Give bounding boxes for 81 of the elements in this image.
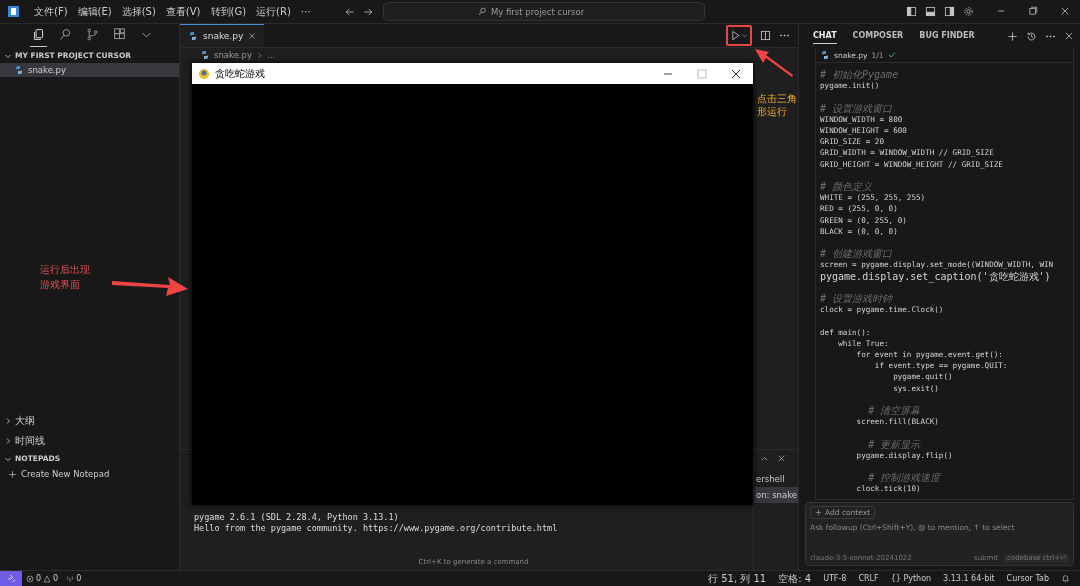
python-file-icon	[188, 31, 198, 41]
app-logo-icon	[8, 6, 19, 17]
more-menu[interactable]: ···	[295, 6, 316, 17]
code-comment: # 更新显示	[867, 438, 922, 450]
plus-icon	[815, 509, 822, 516]
section-title[interactable]: 大纲	[15, 414, 35, 428]
plus-icon[interactable]	[8, 469, 17, 479]
status-item[interactable]: 行 51, 列 11	[708, 572, 767, 585]
status-item[interactable]: CRLF	[858, 574, 879, 583]
forward-arrow-icon[interactable]	[363, 6, 374, 17]
terminal-line: pygame 2.6.1 (SDL 2.28.4, Python 3.13.1)	[194, 512, 400, 523]
close-icon[interactable]	[1064, 30, 1074, 41]
menu-item[interactable]: 查看(V)	[160, 4, 206, 19]
chevron-up-icon[interactable]	[760, 454, 769, 463]
left-panel-icon[interactable]	[906, 6, 917, 17]
status-item[interactable]: {} Python	[890, 574, 932, 583]
ports-status[interactable]: 0	[62, 574, 86, 583]
restore-icon[interactable]	[1028, 5, 1038, 16]
annotation-text: 点击三角形运行	[757, 92, 797, 118]
play-icon[interactable]	[730, 30, 741, 41]
search-input[interactable]: My first project cursor	[490, 6, 611, 17]
status-item[interactable]: 空格: 4	[778, 572, 812, 585]
chevron-right-icon[interactable]	[4, 417, 12, 425]
menu-item[interactable]: 文件(F)	[29, 4, 73, 19]
menu-item[interactable]: 选择(S)	[116, 4, 161, 19]
branch-icon[interactable]	[86, 28, 99, 41]
problems-status[interactable]: 0 0	[22, 574, 63, 583]
code-comment: # 设置游戏窗口	[820, 102, 894, 114]
menu-item[interactable]: 编辑(E)	[72, 4, 117, 19]
search-field[interactable]: My first project cursor	[383, 2, 706, 21]
chat-tab[interactable]: CHAT	[813, 28, 837, 44]
chevron-down-icon[interactable]	[741, 32, 748, 39]
breadcrumb-item[interactable]: ...	[267, 50, 276, 60]
back-arrow-icon[interactable]	[345, 6, 356, 17]
terminal-session[interactable]: ershell	[754, 471, 798, 487]
code-comment: # 初始化Pygame	[820, 69, 900, 81]
code-comment: # 颜色定义	[820, 181, 874, 193]
plus-icon[interactable]	[1007, 30, 1018, 42]
menu-item[interactable]: 运行(R)	[251, 4, 296, 19]
code-comment: # 创建游戏窗口	[820, 248, 894, 260]
remote-icon	[6, 574, 16, 583]
chevron-right-icon[interactable]	[256, 51, 263, 59]
warning-icon[interactable]	[43, 574, 52, 583]
search-icon[interactable]	[59, 28, 72, 41]
antenna-icon[interactable]	[66, 574, 75, 583]
python-file-icon	[820, 50, 830, 60]
menu-item[interactable]: 转到(G)	[205, 4, 252, 19]
settings-icon[interactable]	[963, 6, 974, 17]
close-icon[interactable]	[1060, 5, 1070, 16]
extensions-icon[interactable]	[113, 28, 126, 41]
code-comment: # 设置游戏时钟	[820, 293, 894, 305]
annotation-text: 运行后出现游戏界面	[40, 263, 90, 292]
status-item[interactable]: Cursor Tab	[1006, 574, 1049, 583]
game-window-title: 贪吃蛇游戏	[215, 66, 265, 81]
chat-tab[interactable]: BUG FINDER	[919, 28, 975, 44]
bottom-panel-icon[interactable]	[925, 6, 936, 17]
chevron-right-icon[interactable]	[4, 437, 12, 445]
code-line: pygame.display.set_caption('贪吃蛇游戏')	[820, 270, 1052, 282]
files-icon[interactable]	[32, 28, 45, 41]
split-editor-icon[interactable]	[760, 30, 771, 41]
bell-icon[interactable]	[1061, 574, 1070, 583]
section-title[interactable]: 时间线	[15, 434, 45, 448]
error-icon[interactable]	[26, 574, 34, 583]
terminal-session[interactable]: on: snake	[754, 487, 798, 503]
create-notepad-button[interactable]: Create New Notepad	[0, 466, 179, 482]
breadcrumb-item[interactable]: snake.py	[214, 50, 252, 60]
right-panel-icon[interactable]	[944, 6, 955, 17]
history-icon[interactable]	[1026, 30, 1037, 42]
status-item[interactable]: UTF-8	[823, 574, 847, 583]
snake-app-icon	[198, 67, 210, 80]
python-file-icon	[14, 65, 24, 75]
status-item[interactable]: 3.13.1 64-bit	[943, 574, 995, 583]
python-file-icon	[200, 50, 210, 60]
annotation-arrow	[754, 48, 794, 80]
editor-tab[interactable]: snake.py	[180, 24, 265, 47]
file-item[interactable]: snake.py	[0, 63, 179, 77]
code-comment: # 清空屏幕	[867, 405, 922, 417]
terminal-line: Hello from the pygame community. https://www.pygame.org/contribute.html	[194, 523, 559, 534]
chat-tab[interactable]: COMPOSER	[852, 28, 904, 44]
code-comment: # 控制游戏速度	[867, 472, 942, 484]
search-icon	[477, 7, 487, 16]
